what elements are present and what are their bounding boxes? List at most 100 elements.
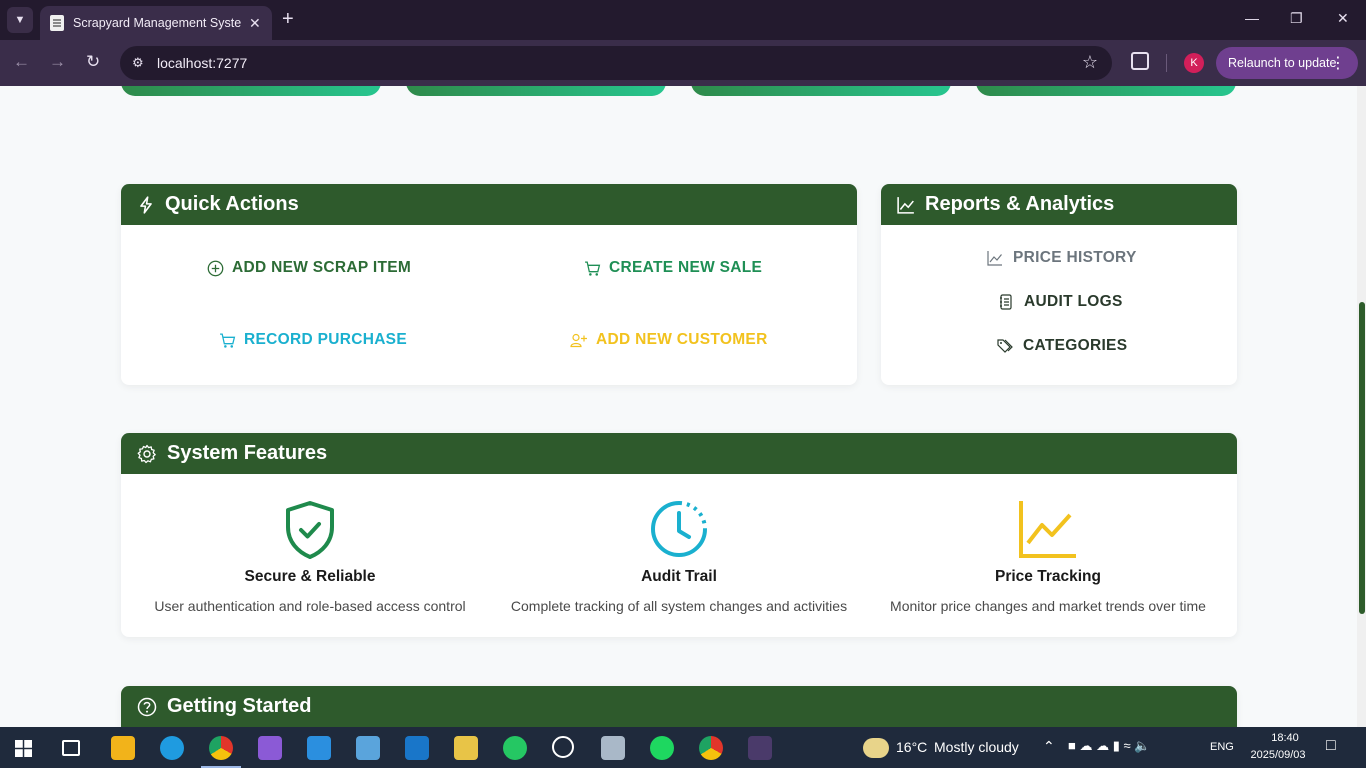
create-sale-button[interactable]: CREATE NEW SALE: [584, 259, 762, 277]
chrome-icon[interactable]: [201, 736, 241, 768]
getting-started-card: Getting Started: [121, 686, 1237, 727]
stat-card-1: [121, 86, 381, 96]
quick-actions-card: Quick Actions ADD NEW SCRAP ITEM CREATE …: [121, 184, 857, 385]
weather-temp[interactable]: 16°C: [896, 739, 927, 755]
audit-logs-label: AUDIT LOGS: [1024, 293, 1123, 310]
relaunch-label: Relaunch to update: [1228, 56, 1337, 70]
page-scrollbar[interactable]: [1357, 86, 1366, 727]
outlook-icon[interactable]: [405, 736, 429, 760]
record-purchase-button[interactable]: RECORD PURCHASE: [219, 331, 407, 349]
snipping-tool-icon[interactable]: [454, 736, 478, 760]
page-viewport: Quick Actions ADD NEW SCRAP ITEM CREATE …: [0, 86, 1366, 727]
feature-secure-desc: User authentication and role-based acces…: [154, 598, 466, 614]
feature-audit-title: Audit Trail: [641, 568, 717, 585]
back-icon[interactable]: ←: [13, 52, 30, 72]
categories-button[interactable]: CATEGORIES: [997, 337, 1127, 355]
plus-circle-icon: [207, 260, 224, 276]
getting-started-header: Getting Started: [121, 686, 1237, 727]
extensions-icon[interactable]: [1131, 52, 1149, 70]
add-customer-button[interactable]: ADD NEW CUSTOMER: [570, 331, 768, 349]
system-tray-icons[interactable]: ■ ☁ ☁ ▮ ≈ 🔈: [1068, 738, 1150, 754]
audit-logs-button[interactable]: AUDIT LOGS: [998, 293, 1123, 311]
stat-card-2: [406, 86, 666, 96]
document-favicon-icon: [50, 15, 64, 31]
browser-alt-icon[interactable]: [552, 736, 574, 758]
spotify-icon[interactable]: [650, 736, 674, 760]
add-scrap-item-button[interactable]: ADD NEW SCRAP ITEM: [207, 259, 411, 277]
line-chart-icon: [987, 251, 1002, 266]
address-bar[interactable]: ⚙ localhost:7277 ☆: [120, 46, 1112, 80]
tab-close-icon[interactable]: ✕: [249, 15, 261, 32]
feature-audit-desc: Complete tracking of all system changes …: [510, 598, 848, 614]
question-circle-icon: [137, 697, 157, 716]
feature-audit-trail: Audit Trail Complete tracking of all sys…: [494, 497, 864, 614]
categories-label: CATEGORIES: [1023, 337, 1128, 354]
clock-history-icon: [651, 501, 707, 557]
reports-card: Reports & Analytics PRICE HISTORY AUDIT …: [881, 184, 1237, 385]
restore-icon[interactable]: ❐: [1290, 10, 1303, 27]
quick-actions-header: Quick Actions: [121, 184, 857, 225]
minimize-icon[interactable]: —: [1245, 10, 1259, 26]
clock-time[interactable]: 18:40: [1262, 732, 1308, 744]
chrome-icon[interactable]: [699, 736, 723, 760]
browser-menu-icon[interactable]: ⋮: [1330, 53, 1346, 73]
reload-icon[interactable]: ↻: [86, 52, 100, 72]
browser-tab[interactable]: Scrapyard Management System ✕: [40, 6, 272, 40]
feature-price-tracking: Price Tracking Monitor price changes and…: [863, 497, 1233, 614]
tab-title: Scrapyard Management System: [73, 16, 241, 30]
getting-started-title: Getting Started: [167, 695, 312, 717]
add-scrap-item-label: ADD NEW SCRAP ITEM: [232, 259, 412, 276]
graph-up-icon: [897, 196, 914, 214]
stat-card-4: [976, 86, 1236, 96]
control-panel-icon[interactable]: [356, 736, 380, 760]
file-explorer-icon[interactable]: [111, 736, 135, 760]
tab-search-button[interactable]: ▼: [7, 7, 33, 33]
graph-up-icon: [1019, 501, 1076, 558]
lightning-icon: [140, 195, 152, 214]
weather-text[interactable]: Mostly cloudy: [934, 739, 1019, 755]
system-features-header: System Features: [121, 433, 1237, 474]
edge-icon[interactable]: [160, 736, 184, 760]
forward-icon[interactable]: →: [49, 52, 66, 72]
reports-title: Reports & Analytics: [925, 193, 1115, 215]
stat-card-3: [691, 86, 951, 96]
photos-icon[interactable]: [601, 736, 625, 760]
task-view-icon[interactable]: [62, 740, 80, 756]
bookmark-star-icon[interactable]: ☆: [1082, 52, 1098, 73]
add-customer-label: ADD NEW CUSTOMER: [596, 331, 768, 348]
price-history-button[interactable]: PRICE HISTORY: [987, 249, 1137, 267]
close-window-icon[interactable]: ✕: [1337, 10, 1349, 27]
profile-avatar[interactable]: K: [1184, 53, 1204, 73]
taskbar: 16°C Mostly cloudy ⌃ ■ ☁ ☁ ▮ ≈ 🔈 ENG 18:…: [0, 727, 1366, 768]
system-features-card: System Features Secure & Reliable User a…: [121, 433, 1237, 637]
person-add-icon: [570, 333, 587, 347]
gear-icon: [137, 444, 156, 463]
language-indicator[interactable]: ENG: [1210, 741, 1234, 753]
vscode-icon[interactable]: [307, 736, 331, 760]
scrollbar-thumb[interactable]: [1359, 302, 1365, 614]
site-settings-icon[interactable]: ⚙: [132, 55, 144, 71]
visual-studio-icon[interactable]: [258, 736, 282, 760]
toolbar-divider: [1166, 54, 1167, 72]
price-history-label: PRICE HISTORY: [1013, 249, 1137, 266]
chevron-up-icon[interactable]: ⌃: [1043, 738, 1055, 755]
terminal-icon[interactable]: [748, 736, 772, 760]
cart-icon: [220, 332, 236, 348]
browser-toolbar: ← → ↻ ⚙ localhost:7277 ☆: [0, 40, 1366, 86]
notifications-icon[interactable]: □: [1326, 737, 1336, 755]
quick-actions-title: Quick Actions: [165, 193, 299, 215]
clock-date[interactable]: 2025/09/03: [1246, 749, 1310, 761]
journal-icon: [1000, 294, 1012, 310]
windows-start-icon[interactable]: [15, 740, 32, 757]
feature-secure: Secure & Reliable User authentication an…: [125, 497, 495, 614]
create-sale-label: CREATE NEW SALE: [609, 259, 763, 276]
new-tab-button[interactable]: +: [282, 9, 294, 29]
relaunch-button[interactable]: Relaunch to update ⋮: [1216, 47, 1358, 79]
tags-icon: [997, 339, 1013, 353]
system-features-title: System Features: [167, 442, 328, 464]
feature-secure-title: Secure & Reliable: [244, 568, 376, 585]
record-purchase-label: RECORD PURCHASE: [244, 331, 407, 348]
feature-price-desc: Monitor price changes and market trends …: [890, 598, 1206, 614]
weather-cloud-icon[interactable]: [863, 738, 889, 758]
whatsapp-icon[interactable]: [503, 736, 527, 760]
